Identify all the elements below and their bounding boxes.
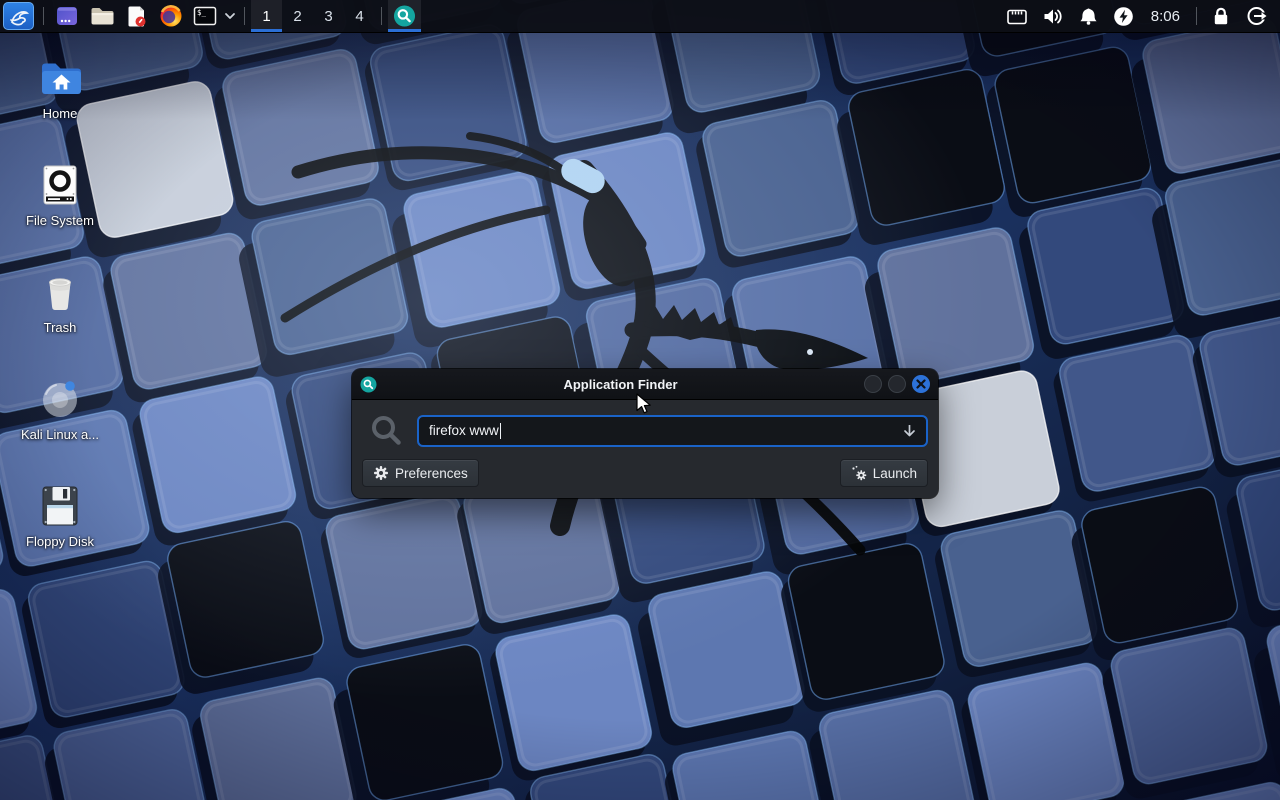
panel-separator [381, 7, 382, 25]
clock[interactable]: 8:06 [1141, 0, 1190, 32]
firefox-icon [159, 4, 183, 28]
desktop-icon-label: Kali Linux a... [12, 427, 108, 442]
application-finder-icon [393, 4, 416, 28]
terminal-glyph: $_ [197, 8, 207, 17]
maximize-button[interactable] [888, 375, 906, 393]
logout-button[interactable] [1239, 0, 1280, 32]
close-button[interactable] [912, 375, 930, 393]
desktop-icon-label: Home [12, 106, 108, 121]
notifications-tray-button[interactable] [1071, 0, 1106, 32]
workspace-button-4[interactable]: 4 [344, 0, 375, 32]
desktop-icon-kali-linux[interactable]: Kali Linux a... [12, 375, 108, 442]
workspace-button-2[interactable]: 2 [282, 0, 313, 32]
network-tray-button[interactable] [999, 0, 1035, 32]
preferences-button[interactable]: Preferences [362, 459, 479, 487]
desktop-icon-file-system[interactable]: File System [12, 161, 108, 228]
window-controls [864, 375, 930, 393]
close-icon [916, 379, 926, 389]
desktop-icon-label: Trash [12, 320, 108, 335]
workspace-button-3[interactable]: 3 [313, 0, 344, 32]
volume-icon [1042, 6, 1064, 27]
applications-menu-button[interactable] [3, 2, 34, 30]
floppy-disk-icon [36, 482, 84, 530]
panel-separator [244, 7, 245, 25]
trash-bin-icon [36, 268, 84, 316]
workspace-label: 4 [355, 8, 363, 25]
desktop-icon-floppy-disk[interactable]: Floppy Disk [12, 482, 108, 549]
kali-disc-icon [36, 375, 84, 423]
desktop: $_ 1 2 3 4 [0, 0, 1280, 800]
titlebar[interactable]: Application Finder [352, 369, 938, 400]
launcher-dropdown-button[interactable] [222, 0, 238, 32]
launch-gear-icon [851, 465, 867, 481]
search-input[interactable]: firefox www [417, 415, 928, 447]
kali-menu-icon [7, 4, 31, 28]
logout-icon [1246, 5, 1268, 27]
search-input-value: firefox www [429, 423, 499, 438]
home-folder-icon [36, 54, 84, 102]
terminal-launcher[interactable]: $_ [188, 0, 222, 32]
power-manager-tray-button[interactable] [1106, 0, 1141, 32]
workspace-label: 3 [324, 8, 332, 25]
chevron-down-icon [224, 4, 236, 28]
dashboard-launcher[interactable] [50, 0, 84, 32]
panel-separator [1196, 7, 1197, 25]
minimize-button[interactable] [864, 375, 882, 393]
application-finder-window: Application Finder firefo [352, 369, 938, 498]
panel-separator [43, 7, 44, 25]
workspace-label: 1 [262, 8, 270, 25]
network-icon [1006, 6, 1028, 27]
power-manager-icon [1113, 6, 1134, 27]
text-editor-icon [125, 4, 149, 28]
application-finder-icon [360, 376, 377, 393]
search-icon [370, 414, 403, 447]
app-finder-taskbar-button[interactable] [388, 0, 421, 32]
text-editor-launcher[interactable] [120, 0, 154, 32]
desktop-icon-home[interactable]: Home [12, 54, 108, 121]
desktop-icon-label: File System [12, 213, 108, 228]
volume-tray-button[interactable] [1035, 0, 1071, 32]
workspace-label: 2 [293, 8, 301, 25]
notifications-bell-icon [1078, 6, 1099, 27]
launch-label: Launch [873, 466, 917, 481]
window-title: Application Finder [377, 377, 864, 392]
preferences-label: Preferences [395, 466, 468, 481]
desktop-icon-label: Floppy Disk [12, 534, 108, 549]
desktop-icon-trash[interactable]: Trash [12, 268, 108, 335]
dashboard-icon [55, 4, 79, 28]
top-panel: $_ 1 2 3 4 [0, 0, 1280, 33]
text-caret [500, 423, 502, 439]
workspace-button-1[interactable]: 1 [251, 0, 282, 32]
file-manager-launcher[interactable] [84, 0, 120, 32]
terminal-icon: $_ [193, 4, 217, 28]
down-arrow-icon[interactable] [901, 422, 918, 439]
lock-screen-button[interactable] [1203, 0, 1239, 32]
hard-drive-icon [36, 161, 84, 209]
file-manager-icon [89, 4, 115, 28]
gear-icon [373, 465, 389, 481]
lock-icon [1210, 5, 1232, 27]
firefox-launcher[interactable] [154, 0, 188, 32]
launch-button[interactable]: Launch [840, 459, 928, 487]
